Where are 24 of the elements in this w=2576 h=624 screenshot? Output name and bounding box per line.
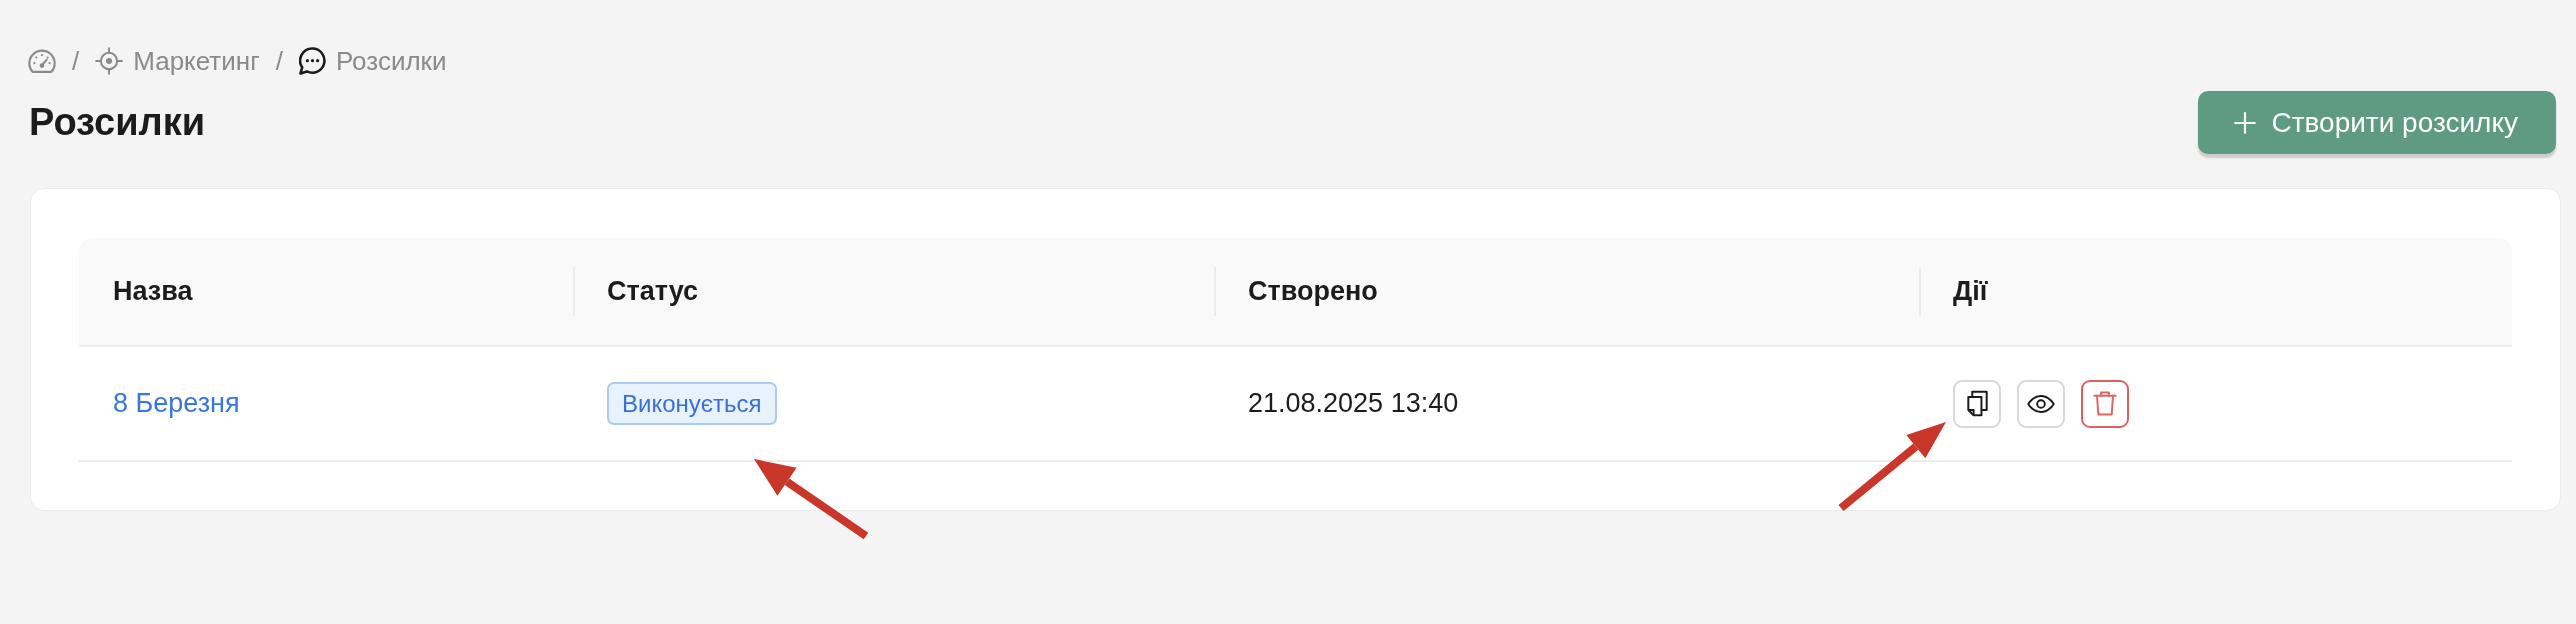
breadcrumb-link[interactable]: Маркетинг	[95, 45, 260, 77]
trash-icon	[2093, 391, 2117, 416]
crosshair-icon	[95, 47, 124, 75]
mailing-name-link[interactable]: 8 Березня	[113, 388, 240, 419]
home-link[interactable]	[28, 48, 56, 74]
plus-icon	[2234, 111, 2257, 134]
create-mailing-button[interactable]: Створити розсилку	[2198, 91, 2556, 154]
status-badge: Виконується	[607, 382, 777, 425]
copy-button[interactable]	[1953, 379, 2001, 428]
column-header: Дії	[1953, 276, 1988, 307]
eye-icon	[2027, 394, 2055, 413]
column-header: Назва	[113, 276, 193, 307]
column-header: Статус	[607, 276, 698, 307]
breadcrumb-current-page: Розсилки	[335, 45, 447, 77]
breadcrumb-separator: /	[72, 45, 80, 77]
gauge-icon	[28, 48, 56, 74]
table-cell: 21.08.2025 13:40	[1248, 388, 1459, 419]
chat-bubble-icon	[298, 47, 326, 75]
breadcrumb-separator: /	[275, 45, 283, 77]
copy-icon	[1966, 390, 1988, 417]
view-button[interactable]	[2017, 379, 2065, 428]
delete-button[interactable]	[2081, 379, 2129, 428]
column-header: Створено	[1248, 276, 1378, 307]
page-title: Розсилки	[29, 101, 206, 144]
